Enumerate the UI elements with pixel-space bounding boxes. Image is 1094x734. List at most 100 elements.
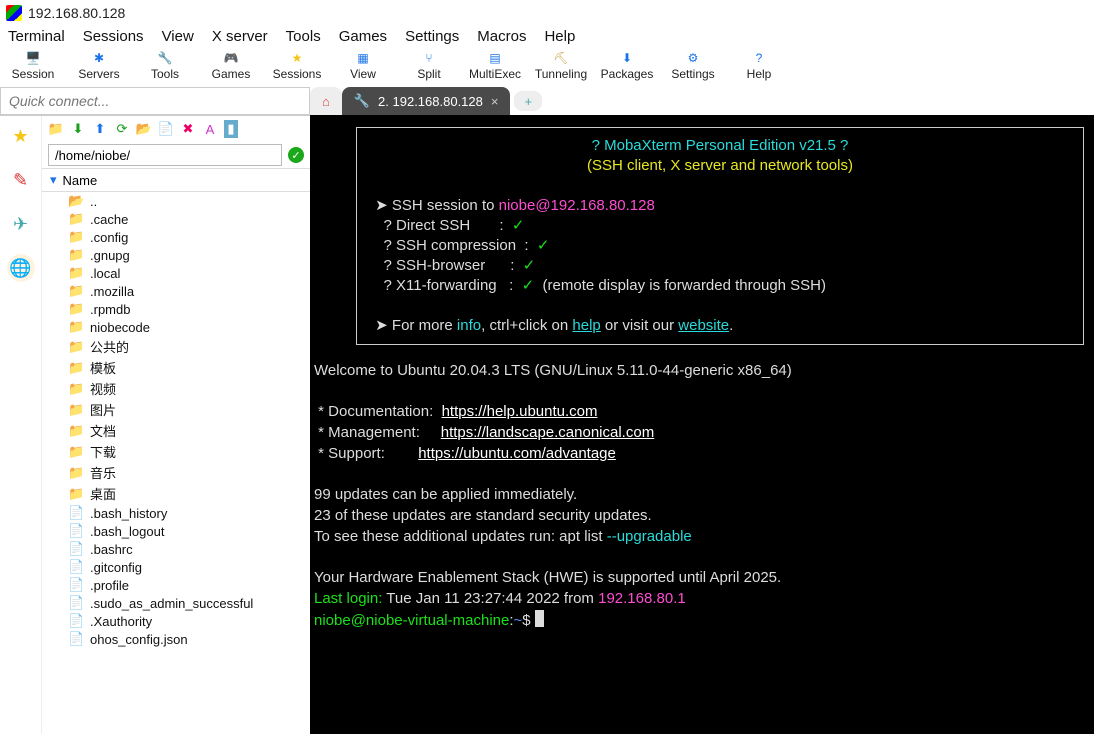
column-header[interactable]: ▾ Name (42, 168, 310, 192)
menu-settings[interactable]: Settings (405, 28, 459, 45)
toolbar-multiexec-button[interactable]: ▤MultiExec (462, 51, 528, 81)
file-name: 下载 (90, 442, 116, 461)
file-icon: 📄 (68, 541, 84, 557)
doc-link[interactable]: https://help.ubuntu.com (442, 403, 598, 420)
file-row[interactable]: 📄.sudo_as_admin_successful (42, 594, 310, 612)
file-row[interactable]: 📄.bash_logout (42, 522, 310, 540)
file-name: 公共的 (90, 337, 129, 356)
toolbar-tunneling-button[interactable]: ⛏Tunneling (528, 51, 594, 81)
file-icon: 📁 (68, 265, 84, 281)
file-row[interactable]: 📄.bash_history (42, 504, 310, 522)
file-list[interactable]: 📂..📁.cache📁.config📁.gnupg📁.local📁.mozill… (42, 192, 310, 734)
file-row[interactable]: 📁.mozilla (42, 282, 310, 300)
sidetab-send-icon[interactable]: ✈ (7, 210, 35, 238)
toolbar-settings-button[interactable]: ⚙Settings (660, 51, 726, 81)
file-row[interactable]: 📁文档 (42, 420, 310, 441)
refresh-icon[interactable]: ⟳ (114, 121, 130, 137)
file-name: .sudo_as_admin_successful (90, 596, 253, 611)
tab-home[interactable]: ⌂ (310, 87, 342, 115)
file-row[interactable]: 📁桌面 (42, 483, 310, 504)
toolbar-label: Servers (78, 67, 119, 81)
file-icon: 📁 (68, 444, 84, 460)
toolbar-label: Tools (151, 67, 179, 81)
menu-macros[interactable]: Macros (477, 28, 526, 45)
app-logo-icon (6, 5, 22, 21)
toolbar-tools-button[interactable]: 🔧Tools (132, 51, 198, 81)
sftp-path-input[interactable] (48, 144, 282, 166)
welcome-line: Welcome to Ubuntu 20.04.3 LTS (GNU/Linux… (314, 362, 792, 379)
file-row[interactable]: 📁.config (42, 228, 310, 246)
file-row[interactable]: 📁.cache (42, 210, 310, 228)
view-icon: ▦ (357, 51, 368, 65)
file-icon: 📁 (68, 402, 84, 418)
file-row[interactable]: 📄 ohos_config.json (42, 630, 310, 648)
terminal[interactable]: ? MobaXterm Personal Edition v21.5 ? (SS… (310, 115, 1094, 734)
file-row[interactable]: 📁视频 (42, 378, 310, 399)
toolbar-session-button[interactable]: 🖥️Session (0, 51, 66, 81)
toolbar-sessions-button[interactable]: ★Sessions (264, 51, 330, 81)
help-link[interactable]: help (572, 317, 600, 334)
tab-new[interactable]: + (514, 91, 542, 111)
menu-games[interactable]: Games (339, 28, 387, 45)
file-row[interactable]: 📁.rpmdb (42, 300, 310, 318)
file-row[interactable]: 📁niobecode (42, 318, 310, 336)
multiexec-icon: ▤ (489, 51, 500, 65)
file-row[interactable]: 📂.. (42, 192, 310, 210)
mgmt-link[interactable]: https://landscape.canonical.com (441, 424, 654, 441)
file-row[interactable]: 📁.gnupg (42, 246, 310, 264)
file-row[interactable]: 📁 下载 (42, 441, 310, 462)
newfile-icon[interactable]: 📄 (158, 121, 174, 137)
file-row[interactable]: 📄.gitconfig (42, 558, 310, 576)
menu-sessions[interactable]: Sessions (83, 28, 144, 45)
toggle-icon[interactable]: ▮ (224, 120, 238, 138)
toolbar-servers-button[interactable]: ✱Servers (66, 51, 132, 81)
sidetab-globe-icon[interactable]: 🌐 (7, 254, 35, 282)
banner-sub: (SSH client, X server and network tools) (587, 157, 853, 174)
sidetab-tools-icon[interactable]: ✎ (7, 166, 35, 194)
download-icon[interactable]: ⬇ (70, 121, 86, 137)
toolbar-packages-button[interactable]: ⬇Packages (594, 51, 660, 81)
menu-help[interactable]: Help (544, 28, 575, 45)
file-row[interactable]: 📁模板 (42, 357, 310, 378)
file-row[interactable]: 📁音乐 (42, 462, 310, 483)
sidetab-star-icon[interactable]: ★ (7, 122, 35, 150)
file-name: .bashrc (90, 542, 133, 557)
menu-tools[interactable]: Tools (286, 28, 321, 45)
toolbar-view-button[interactable]: ▦View (330, 51, 396, 81)
menu-view[interactable]: View (162, 28, 194, 45)
toolbar-split-button[interactable]: ⑂Split (396, 51, 462, 81)
updates-2: 23 of these updates are standard securit… (314, 507, 652, 524)
file-row[interactable]: 📁.local (42, 264, 310, 282)
close-icon[interactable]: × (491, 94, 499, 109)
toolbar-label: Split (417, 67, 440, 81)
file-name: ohos_config.json (90, 632, 188, 647)
file-name: 图片 (90, 400, 116, 419)
file-row[interactable]: 📄.Xauthority (42, 612, 310, 630)
folder-up-icon[interactable]: 📁 (48, 121, 64, 137)
file-row[interactable]: 📁 图片 (42, 399, 310, 420)
file-icon: 📁 (68, 381, 84, 397)
font-icon[interactable]: A (202, 121, 218, 137)
quick-connect-input[interactable] (0, 87, 310, 115)
file-icon: 📄 (68, 559, 84, 575)
file-name: .cache (90, 212, 128, 227)
file-row[interactable]: 📄 .bashrc (42, 540, 310, 558)
file-row[interactable]: 📁公共的 (42, 336, 310, 357)
tunneling-icon: ⛏ (553, 51, 568, 65)
games-icon: 🎮 (224, 51, 239, 65)
file-icon: 📄 (68, 631, 84, 647)
status-ok-icon: ✓ (288, 147, 304, 163)
toolbar-games-button[interactable]: 🎮Games (198, 51, 264, 81)
menu-terminal[interactable]: Terminal (8, 28, 65, 45)
newfolder-icon[interactable]: 📂 (136, 121, 152, 137)
prompt: niobe@niobe-virtual-machine:~$ (314, 612, 535, 629)
support-link[interactable]: https://ubuntu.com/advantage (418, 445, 616, 462)
delete-icon[interactable]: ✖ (180, 121, 196, 137)
website-link[interactable]: website (678, 317, 729, 334)
toolbar-help-button[interactable]: ?Help (726, 51, 792, 81)
tab-session[interactable]: 🔧 2. 192.168.80.128 × (342, 87, 511, 115)
file-row[interactable]: 📄.profile (42, 576, 310, 594)
upload-icon[interactable]: ⬆ (92, 121, 108, 137)
toolbar-label: Help (747, 67, 772, 81)
menu-xserver[interactable]: X server (212, 28, 268, 45)
